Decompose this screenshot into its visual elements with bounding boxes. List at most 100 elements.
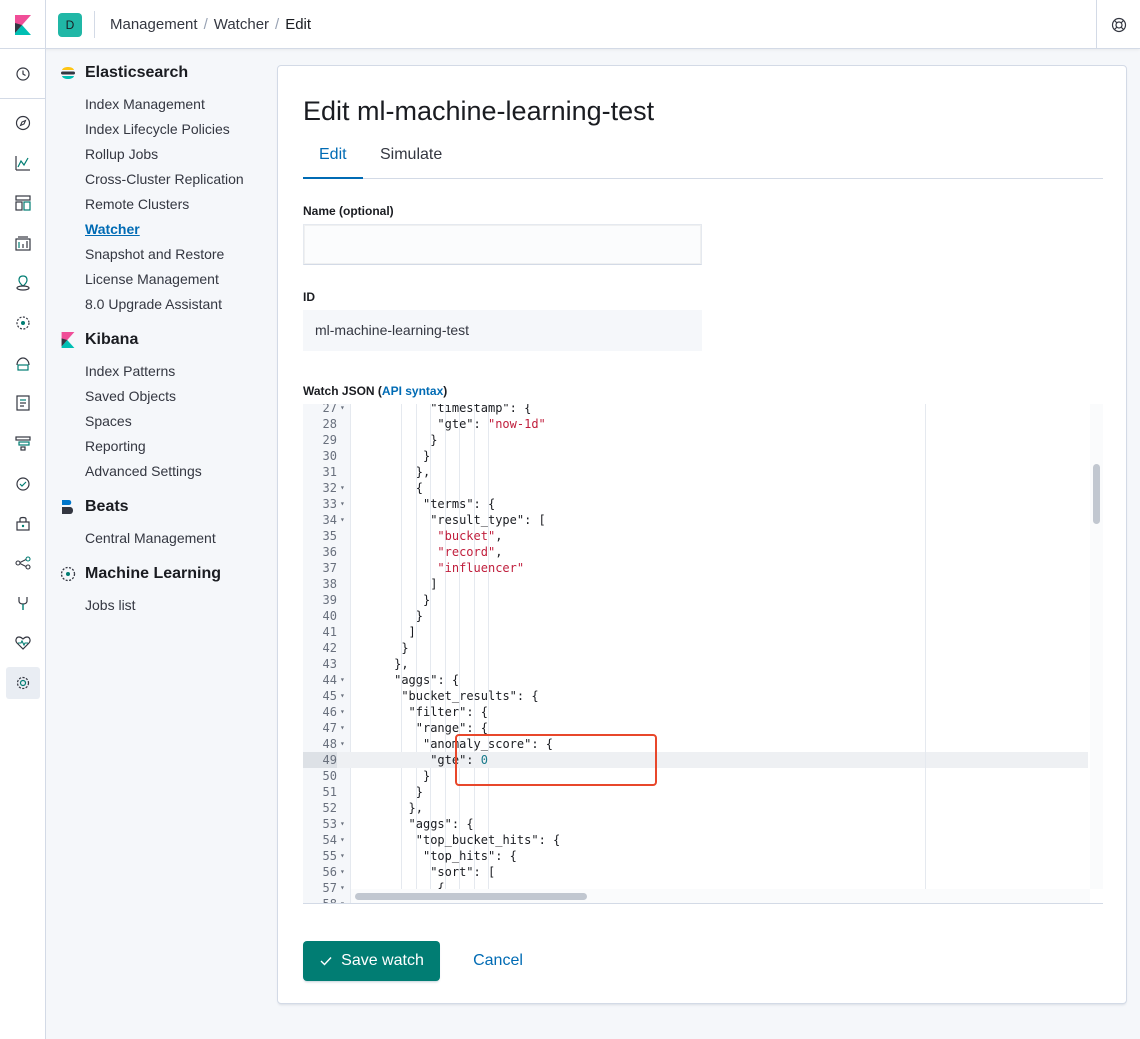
- code-text: "aggs": {: [408, 817, 474, 831]
- code-text: ]: [408, 625, 416, 639]
- fold-toggle-icon[interactable]: ▾: [340, 704, 345, 720]
- siem-icon[interactable]: [6, 507, 40, 539]
- nav-rail: [0, 49, 46, 1039]
- sidenav-item-index-lifecycle-policies[interactable]: Index Lifecycle Policies: [85, 117, 270, 142]
- editor-horizontal-scrollbar[interactable]: [351, 889, 1090, 903]
- code-text: },: [408, 801, 423, 815]
- sidenav-item-cross-cluster-replication[interactable]: Cross-Cluster Replication: [85, 167, 270, 192]
- sidenav-item-central-management[interactable]: Central Management: [85, 526, 270, 551]
- fold-toggle-icon[interactable]: ▾: [340, 688, 345, 704]
- id-field-label: ID: [303, 290, 315, 304]
- fold-toggle-icon[interactable]: ▾: [340, 816, 345, 832]
- rail-divider: [0, 98, 46, 99]
- recent-icon[interactable]: [6, 58, 40, 90]
- api-syntax-link[interactable]: API syntax: [382, 384, 443, 398]
- dashboard-icon[interactable]: [6, 187, 40, 219]
- code-line: 38]: [303, 576, 1088, 592]
- line-number: 50: [322, 769, 337, 783]
- code-line: 35 "bucket",: [303, 528, 1088, 544]
- line-number: 37: [322, 561, 337, 575]
- fold-toggle-icon[interactable]: ▾: [340, 848, 345, 864]
- check-icon: [320, 957, 332, 966]
- fold-toggle-icon[interactable]: ▾: [340, 896, 345, 903]
- tab-edit[interactable]: Edit: [303, 146, 363, 179]
- sidenav-item-license-management[interactable]: License Management: [85, 267, 270, 292]
- line-number: 41: [322, 625, 337, 639]
- line-number: 45: [322, 689, 337, 703]
- line-number: 28: [322, 417, 337, 431]
- fold-toggle-icon[interactable]: ▾: [340, 404, 345, 416]
- sidenav-item-jobs-list[interactable]: Jobs list: [85, 593, 270, 618]
- beats-icon: [62, 500, 73, 514]
- code-line: 36 "record",: [303, 544, 1088, 560]
- space-selector[interactable]: D: [46, 0, 94, 49]
- sidenav-item-watcher[interactable]: Watcher: [85, 217, 270, 242]
- json-code-editor[interactable]: 27 ▾ "timestamp": {28 "gte": "now-1d" 29} 30}…: [303, 404, 1103, 904]
- line-number: 36: [322, 545, 337, 559]
- sidenav-item-rollup-jobs[interactable]: Rollup Jobs: [85, 142, 270, 167]
- fold-toggle-icon[interactable]: ▾: [340, 880, 345, 896]
- top-header: D Management / Watcher / Edit: [0, 0, 1140, 49]
- code-line: 40}: [303, 608, 1088, 624]
- ml-icon[interactable]: [6, 307, 40, 339]
- editor-vertical-scrollbar[interactable]: [1090, 404, 1103, 889]
- fold-toggle-icon[interactable]: ▾: [340, 512, 345, 528]
- sidenav-ml-items: Jobs list: [85, 593, 270, 618]
- code-line: 33 ▾ "terms": {: [303, 496, 1088, 512]
- code-text: }: [430, 433, 438, 447]
- fold-toggle-icon[interactable]: ▾: [340, 832, 345, 848]
- code-line: 31},: [303, 464, 1088, 480]
- line-number: 32: [322, 481, 337, 495]
- logs-icon[interactable]: [6, 387, 40, 419]
- sidenav-item-advanced-settings[interactable]: Advanced Settings: [85, 459, 270, 484]
- fold-toggle-icon[interactable]: ▾: [340, 720, 345, 736]
- monitoring-icon[interactable]: [6, 627, 40, 659]
- dev-tools-icon[interactable]: [6, 587, 40, 619]
- fold-toggle-icon[interactable]: ▾: [340, 736, 345, 752]
- breadcrumb-watcher[interactable]: Watcher: [214, 16, 269, 33]
- code-line: 42}: [303, 640, 1088, 656]
- infrastructure-icon[interactable]: [6, 347, 40, 379]
- fold-toggle-icon[interactable]: ▾: [340, 496, 345, 512]
- sidenav-item-snapshot-and-restore[interactable]: Snapshot and Restore: [85, 242, 270, 267]
- line-number: 55: [322, 849, 337, 863]
- editor-horizontal-scroll-thumb[interactable]: [355, 893, 587, 900]
- sidenav-group-kibana: Kibana: [60, 327, 270, 353]
- sidenav-item-index-management[interactable]: Index Management: [85, 92, 270, 117]
- code-text: "filter": {: [408, 705, 489, 719]
- line-number: 43: [322, 657, 337, 671]
- discover-icon[interactable]: [6, 107, 40, 139]
- sidenav-group-elasticsearch: Elasticsearch: [60, 60, 270, 86]
- cancel-button[interactable]: Cancel: [458, 941, 538, 981]
- fold-toggle-icon[interactable]: ▾: [340, 480, 345, 496]
- fold-toggle-icon[interactable]: ▾: [340, 672, 345, 688]
- kibana-logo[interactable]: [0, 0, 46, 49]
- sidenav-item-spaces[interactable]: Spaces: [85, 409, 270, 434]
- sidenav-item-remote-clusters[interactable]: Remote Clusters: [85, 192, 270, 217]
- canvas-icon[interactable]: [6, 227, 40, 259]
- visualize-icon[interactable]: [6, 147, 40, 179]
- maps-icon[interactable]: [6, 267, 40, 299]
- management-icon[interactable]: [6, 667, 40, 699]
- sidenav-item-upgrade-assistant[interactable]: 8.0 Upgrade Assistant: [85, 292, 270, 317]
- tab-simulate[interactable]: Simulate: [364, 146, 458, 179]
- name-input[interactable]: [303, 224, 702, 265]
- sidenav-item-index-patterns[interactable]: Index Patterns: [85, 359, 270, 384]
- sidenav-group-title: Kibana: [85, 331, 139, 348]
- line-number: 49: [303, 752, 337, 768]
- fold-toggle-icon[interactable]: ▾: [340, 864, 345, 880]
- apm-icon[interactable]: [6, 427, 40, 459]
- graph-icon[interactable]: [6, 547, 40, 579]
- help-icon: [1111, 17, 1126, 32]
- sidenav-item-saved-objects[interactable]: Saved Objects: [85, 384, 270, 409]
- code-line: 34 ▾ "result_type": [: [303, 512, 1088, 528]
- editor-vertical-scroll-thumb[interactable]: [1093, 464, 1100, 524]
- line-number: 40: [322, 609, 337, 623]
- uptime-icon[interactable]: [6, 467, 40, 499]
- help-button[interactable]: [1096, 0, 1140, 49]
- breadcrumb-management[interactable]: Management: [110, 16, 198, 33]
- code-line: 32 ▾ {: [303, 480, 1088, 496]
- save-watch-button[interactable]: Save watch: [303, 941, 440, 981]
- sidenav-item-reporting[interactable]: Reporting: [85, 434, 270, 459]
- breadcrumb-edit: Edit: [285, 16, 312, 33]
